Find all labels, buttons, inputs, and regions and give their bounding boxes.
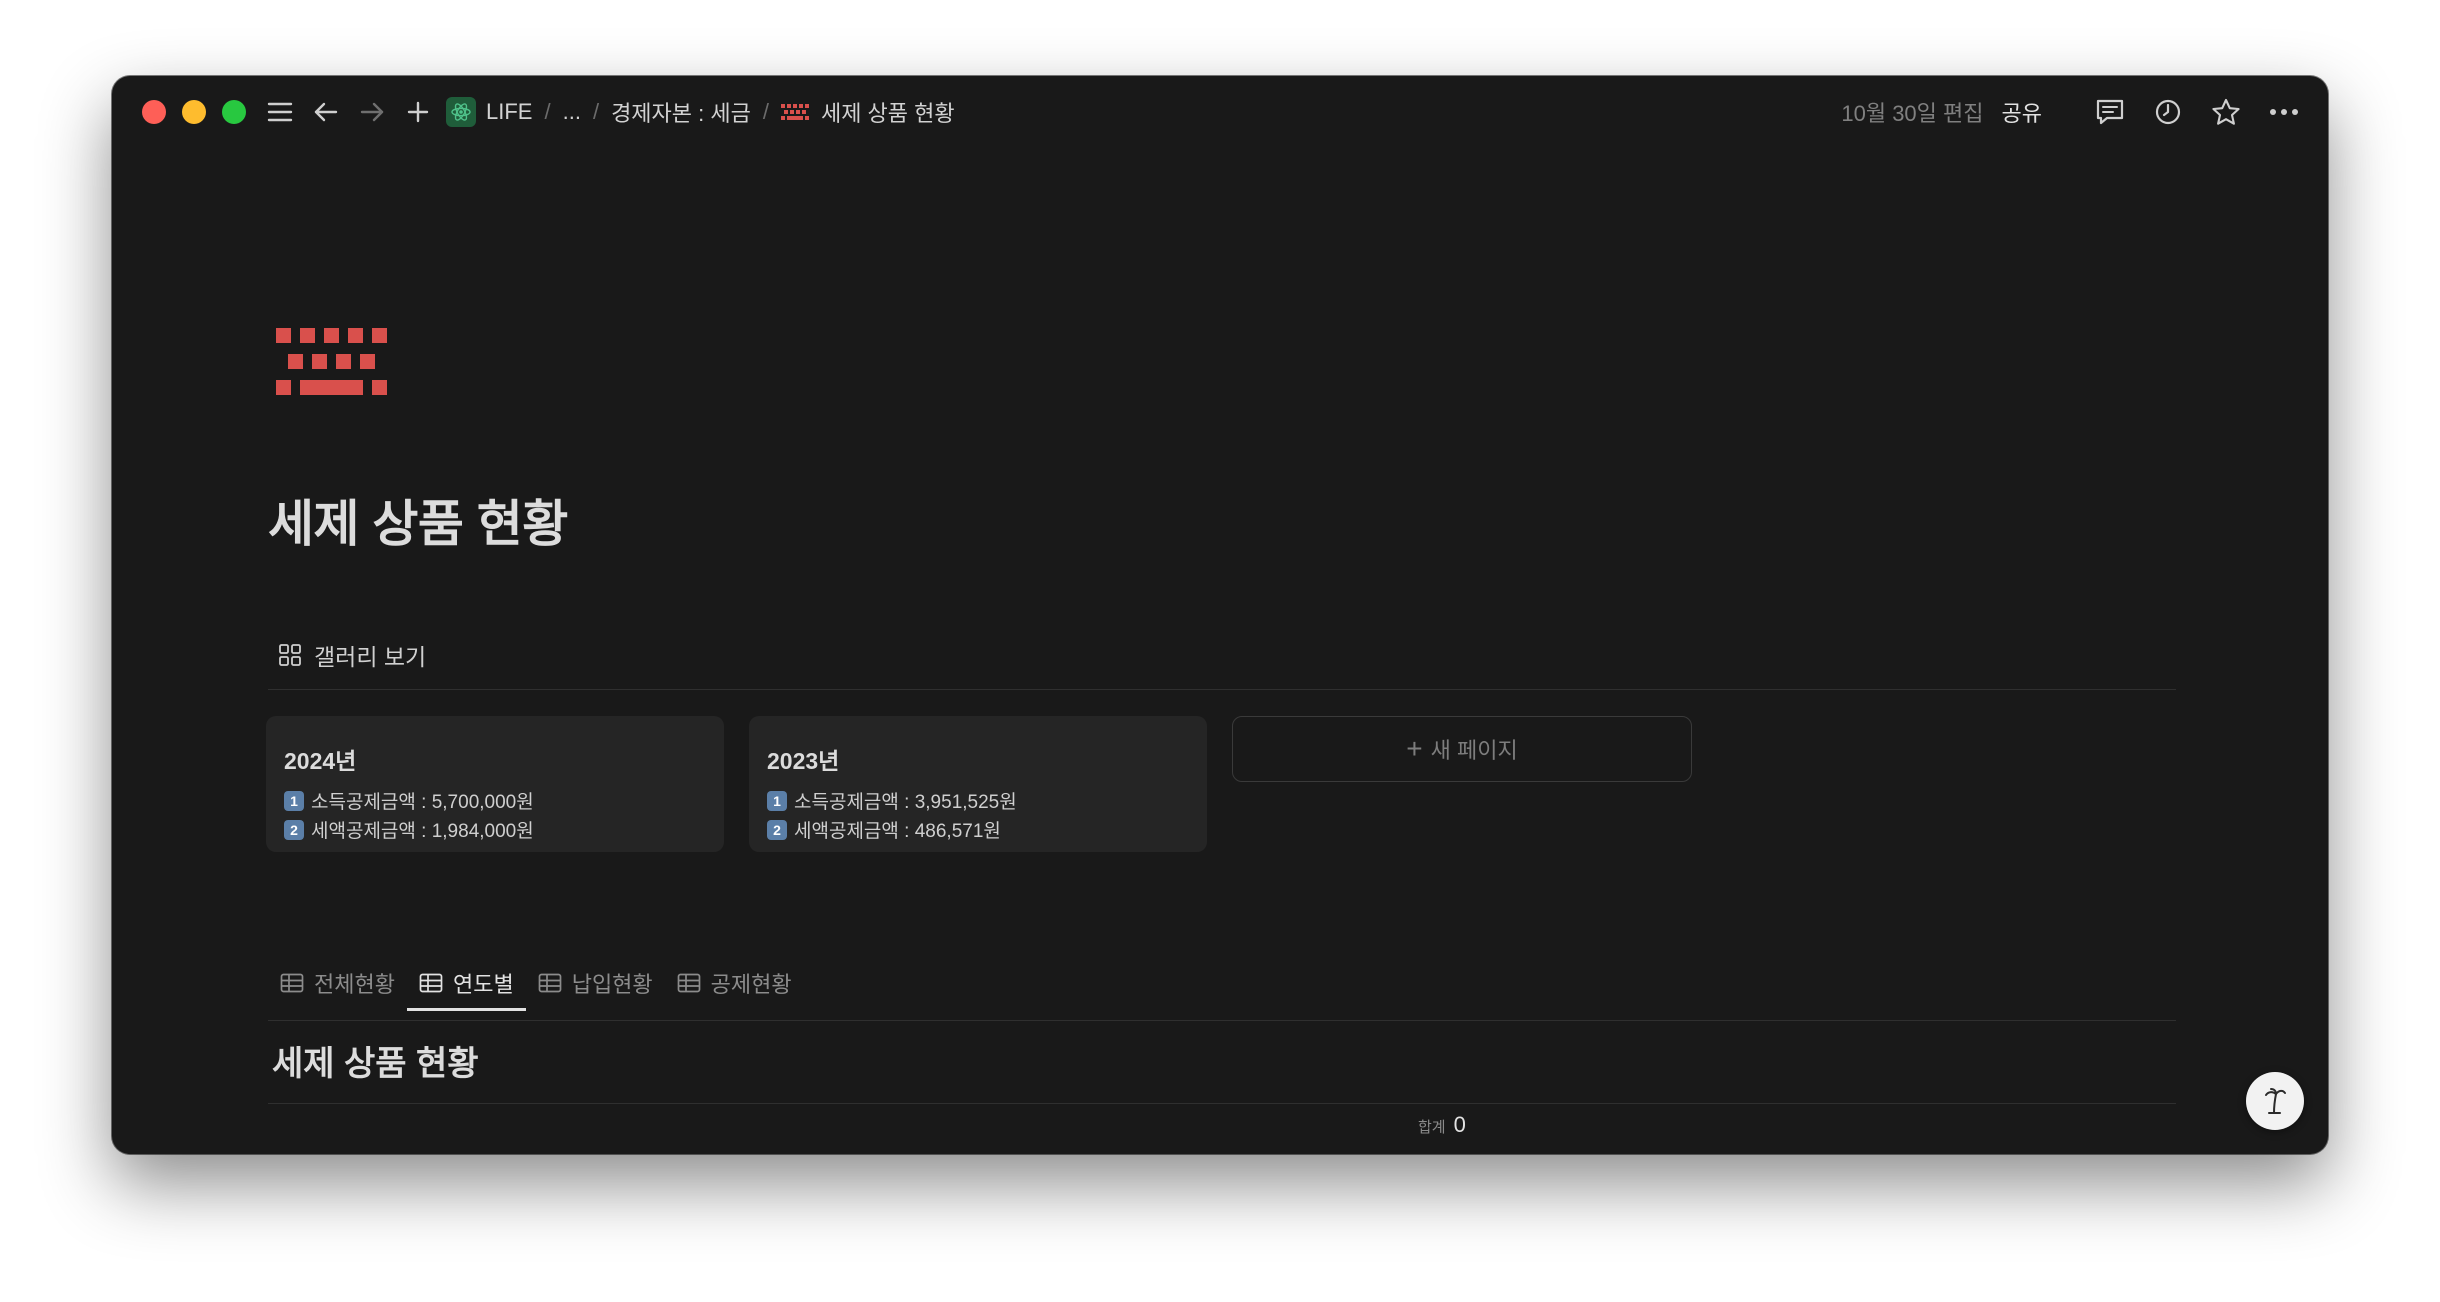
share-button[interactable]: 공유: [2002, 96, 2042, 128]
table-icon: [677, 973, 701, 993]
app-window: LIFE / ... / 경제자본 : 세금 / 세제 상품 현황 10월 30…: [112, 76, 2328, 1154]
tab-overall[interactable]: 전체현황: [268, 956, 407, 1010]
new-page-button[interactable]: + 새 페이지: [1232, 716, 1692, 782]
breadcrumb-tax[interactable]: 경제자본 : 세금: [611, 96, 751, 128]
breadcrumb-separator: /: [592, 99, 600, 124]
keyboard-icon: [780, 104, 811, 120]
breadcrumb-current-label: 세제 상품 현황: [820, 101, 955, 126]
view-divider: [268, 689, 2176, 690]
breadcrumb-separator: /: [762, 99, 769, 124]
more-options-icon[interactable]: [2266, 94, 2302, 130]
maximize-window-button[interactable]: [222, 100, 246, 124]
card-tax-credit-text: 세액공제금액 : 1,984,000원: [311, 821, 534, 842]
forward-arrow-icon[interactable]: [354, 94, 390, 130]
keycap-two-icon: 2: [767, 819, 787, 840]
table-divider: [268, 1103, 2176, 1104]
database-view-tabs: 전체현황 연도별 납입현황 공제현황: [268, 956, 804, 1011]
breadcrumb-current-page[interactable]: 세제 상품 현황: [780, 96, 955, 128]
gallery-view-tab[interactable]: 갤러리 보기: [278, 638, 426, 672]
gallery-grid-icon: [279, 644, 301, 666]
breadcrumb-separator: /: [544, 99, 551, 124]
help-button[interactable]: [2246, 1072, 2304, 1130]
atom-icon: [446, 97, 476, 127]
card-tax-credit: 2 세액공제금액 : 486,571원: [767, 816, 1001, 843]
sum-calculation[interactable]: 합계 0: [1418, 1112, 1466, 1138]
card-tax-credit-text: 세액공제금액 : 486,571원: [794, 821, 1001, 842]
plus-icon: +: [1406, 733, 1423, 764]
card-income-deduction-text: 소득공제금액 : 5,700,000원: [311, 792, 534, 813]
comment-icon[interactable]: [2092, 94, 2128, 130]
tab-label: 전체현황: [314, 972, 395, 997]
keycap-one-icon: 1: [767, 790, 787, 811]
keycap-two-icon: 2: [284, 819, 304, 840]
window-controls: [142, 100, 262, 124]
title-bar: LIFE / ... / 경제자본 : 세금 / 세제 상품 현황 10월 30…: [112, 76, 2328, 148]
last-edited-text: 10월 30일 편집: [1841, 101, 1984, 126]
breadcrumb-life[interactable]: LIFE: [446, 97, 532, 127]
favorite-star-icon[interactable]: [2208, 94, 2244, 130]
keycap-one-icon: 1: [284, 790, 304, 811]
breadcrumb-life-label: LIFE: [486, 99, 533, 124]
palm-tree-icon: [2265, 1088, 2286, 1114]
tab-label: 연도별: [452, 972, 514, 997]
table-icon: [538, 973, 562, 993]
sum-value: 0: [1453, 1112, 1466, 1137]
tab-deduction-status[interactable]: 공제현황: [665, 956, 804, 1010]
tab-label: 공제현황: [710, 972, 792, 997]
card-tax-credit: 2 세액공제금액 : 1,984,000원: [284, 816, 534, 843]
breadcrumb: LIFE / ... / 경제자본 : 세금 / 세제 상품 현황: [446, 96, 955, 128]
card-income-deduction: 1 소득공제금액 : 5,700,000원: [284, 787, 534, 814]
card-title: 2024년: [284, 748, 357, 774]
table-icon: [280, 973, 304, 993]
sidebar-menu-icon[interactable]: [262, 94, 298, 130]
tab-payment-status[interactable]: 납입현황: [526, 956, 665, 1010]
breadcrumb-ellipsis[interactable]: ...: [563, 99, 581, 125]
title-bar-actions: 10월 30일 편집 공유: [1841, 94, 2302, 130]
table-title[interactable]: 세제 상품 현황: [272, 1036, 479, 1085]
history-clock-icon[interactable]: [2150, 94, 2186, 130]
page-keyboard-icon[interactable]: [276, 328, 388, 401]
card-title: 2023년: [767, 748, 840, 774]
tab-label: 납입현황: [571, 972, 653, 997]
tabs-divider: [268, 1020, 2176, 1021]
gallery-card-2024[interactable]: 2024년 1 소득공제금액 : 5,700,000원 2 세액공제금액 : 1…: [266, 716, 724, 852]
card-income-deduction-text: 소득공제금액 : 3,951,525원: [794, 792, 1017, 813]
card-income-deduction: 1 소득공제금액 : 3,951,525원: [767, 787, 1017, 814]
sum-label: 합계: [1418, 1119, 1446, 1136]
page-title: 세제 상품 현황: [268, 496, 568, 552]
new-page-plus-icon[interactable]: [400, 94, 436, 130]
new-page-label: 새 페이지: [1430, 738, 1518, 763]
close-window-button[interactable]: [142, 100, 166, 124]
gallery-view-label: 갤러리 보기: [314, 644, 427, 670]
back-arrow-icon[interactable]: [308, 94, 344, 130]
tab-by-year[interactable]: 연도별: [406, 956, 526, 1011]
table-icon: [419, 973, 443, 993]
gallery-card-2023[interactable]: 2023년 1 소득공제금액 : 3,951,525원 2 세액공제금액 : 4…: [749, 716, 1207, 852]
minimize-window-button[interactable]: [182, 100, 206, 124]
